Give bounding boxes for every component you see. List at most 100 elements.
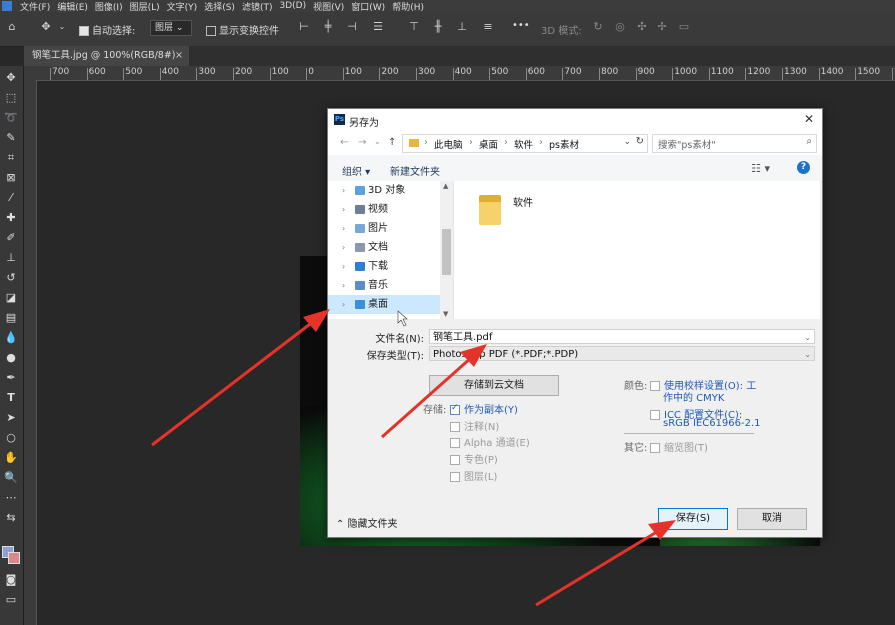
eyedropper-tool-icon[interactable]: ⁄ — [2, 190, 20, 206]
path-select-tool-icon[interactable]: ➤ — [2, 410, 20, 426]
move-tool-icon[interactable]: ✥ — [2, 70, 20, 86]
type-tool-icon[interactable]: T — [2, 390, 20, 406]
zoom-tool-icon[interactable]: 🔍 — [2, 470, 20, 486]
menu-filter[interactable]: 滤镜(T) — [242, 0, 273, 13]
3d-slide-icon[interactable]: ✢ — [656, 21, 668, 33]
breadcrumb-ps-materials[interactable]: ps素材 — [549, 137, 579, 151]
tree-scrollbar[interactable]: ▲ ▼ — [440, 181, 453, 319]
tree-item-documents[interactable]: › 文档 — [328, 238, 440, 257]
close-tab-icon[interactable]: × — [175, 46, 183, 66]
marquee-tool-icon[interactable]: ⬚ — [2, 90, 20, 106]
frame-tool-icon[interactable]: ⊠ — [2, 170, 20, 186]
alpha-channels-checkbox[interactable] — [450, 438, 460, 448]
blur-tool-icon[interactable]: 💧 — [2, 330, 20, 346]
shape-tool-icon[interactable]: ○ — [2, 430, 20, 446]
3d-roll-icon[interactable]: ◎ — [614, 21, 626, 33]
menu-window[interactable]: 窗口(W) — [351, 0, 385, 13]
tree-item-downloads[interactable]: › 下载 — [328, 257, 440, 276]
layers-option[interactable]: 图层(L) — [450, 468, 497, 483]
align-right-icon[interactable]: ⊣ — [346, 21, 358, 33]
menu-edit[interactable]: 编辑(E) — [57, 0, 88, 13]
tree-item-pictures[interactable]: › 图片 — [328, 219, 440, 238]
align-center-icon[interactable]: ╪ — [322, 21, 334, 33]
show-transform-checkbox[interactable] — [206, 26, 216, 36]
save-to-cloud-button[interactable]: 存储到云文档 — [429, 375, 559, 396]
3d-scale-icon[interactable]: ▭ — [678, 21, 690, 33]
tree-item-videos[interactable]: › 视频 — [328, 200, 440, 219]
distribute-icon[interactable]: ☰ — [372, 21, 384, 33]
align-bottom-icon[interactable]: ⊥ — [456, 21, 468, 33]
menu-layer[interactable]: 图层(L) — [130, 0, 160, 13]
stamp-tool-icon[interactable]: ⊥ — [2, 250, 20, 266]
scroll-down-icon[interactable]: ▼ — [443, 310, 448, 318]
menu-3d[interactable]: 3D(D) — [279, 1, 306, 11]
close-icon[interactable]: ✕ — [804, 112, 814, 126]
background-color-swatch[interactable] — [8, 552, 20, 564]
menu-type[interactable]: 文字(Y) — [167, 0, 198, 13]
history-brush-tool-icon[interactable]: ↺ — [2, 270, 20, 286]
quick-select-tool-icon[interactable]: ✎ — [2, 130, 20, 146]
recent-dropdown-icon[interactable]: ⌄ — [374, 137, 381, 146]
chevron-down-icon[interactable]: ⌄ — [804, 347, 811, 362]
layers-checkbox[interactable] — [450, 472, 460, 482]
icc-profile-checkbox[interactable] — [650, 410, 660, 420]
menu-file[interactable]: 文件(F) — [20, 0, 50, 13]
filetype-select[interactable]: Photoshop PDF (*.PDF;*.PDP) ⌄ — [429, 346, 815, 361]
scroll-up-icon[interactable]: ▲ — [443, 182, 448, 190]
alpha-channels-option[interactable]: Alpha 通道(E) — [450, 434, 530, 449]
proof-setup-checkbox[interactable] — [650, 381, 660, 391]
notes-option[interactable]: 注释(N) — [450, 418, 499, 433]
auto-select-dropdown[interactable]: 图层 ⌄ — [150, 20, 192, 36]
more-options-button[interactable]: ••• — [512, 20, 530, 31]
new-folder-button[interactable]: 新建文件夹 — [390, 163, 440, 178]
lasso-tool-icon[interactable]: ➰ — [2, 110, 20, 126]
as-copy-checkbox[interactable] — [450, 403, 460, 415]
hide-folders-toggle[interactable]: ⌃ 隐藏文件夹 — [336, 515, 398, 530]
notes-checkbox[interactable] — [450, 422, 460, 432]
healing-brush-tool-icon[interactable]: ✚ — [2, 210, 20, 226]
document-tab[interactable]: 钢笔工具.jpg @ 100%(RGB/8#) × — [24, 46, 189, 66]
spot-colors-checkbox[interactable] — [450, 455, 460, 465]
breadcrumb-software[interactable]: 软件 — [514, 137, 533, 151]
hand-tool-icon[interactable]: ✋ — [2, 450, 20, 466]
thumbnail-option[interactable]: 缩览图(T) — [650, 439, 708, 454]
home-icon[interactable]: ⌂ — [6, 21, 18, 33]
spot-colors-option[interactable]: 专色(P) — [450, 451, 498, 466]
address-bar[interactable]: › 此电脑 › 桌面 › 软件 › ps素材 ⌄ ↻ — [402, 134, 648, 153]
tree-item-desktop[interactable]: › 桌面 — [328, 295, 440, 314]
auto-select-checkbox[interactable] — [79, 26, 89, 36]
align-top-icon[interactable]: ⊤ — [408, 21, 420, 33]
tree-item-3d-objects[interactable]: › 3D 对象 — [328, 181, 440, 200]
scrollbar-thumb[interactable] — [442, 229, 451, 275]
3d-rotate-icon[interactable]: ↻ — [592, 21, 604, 33]
gradient-tool-icon[interactable]: ▤ — [2, 310, 20, 326]
thumbnail-checkbox[interactable] — [650, 443, 660, 453]
distribute-vertical-icon[interactable]: ≡ — [482, 21, 494, 33]
back-arrow-icon[interactable]: ← — [340, 137, 348, 148]
menu-image[interactable]: 图像(I) — [95, 0, 123, 13]
edit-toolbar-icon[interactable]: ⋯ — [2, 490, 20, 506]
view-options-icon[interactable]: ☷ ▾ — [751, 162, 770, 175]
menu-help[interactable]: 帮助(H) — [392, 0, 424, 13]
3d-pan-icon[interactable]: ✣ — [636, 21, 648, 33]
help-icon[interactable]: ? — [797, 161, 810, 174]
save-button[interactable]: 保存(S) — [658, 508, 728, 530]
up-arrow-icon[interactable]: ↑ — [388, 137, 396, 148]
as-copy-option[interactable]: 作为副本(Y) — [450, 401, 518, 416]
cancel-button[interactable]: 取消 — [737, 508, 807, 530]
search-input[interactable]: 搜索"ps素材" ⌕ — [652, 134, 817, 153]
filename-field[interactable]: 钢笔工具.pdf ⌄ — [429, 329, 815, 344]
breadcrumb-desktop[interactable]: 桌面 — [479, 137, 498, 151]
crop-tool-icon[interactable]: ⌗ — [2, 150, 20, 166]
align-left-icon[interactable]: ⊢ — [298, 21, 310, 33]
folder-icon[interactable] — [479, 193, 501, 225]
breadcrumb-this-pc[interactable]: 此电脑 — [434, 137, 463, 151]
menu-view[interactable]: 视图(V) — [313, 0, 344, 13]
tree-item-music[interactable]: › 音乐 — [328, 276, 440, 295]
screen-mode-icon[interactable]: ▭ — [2, 592, 20, 608]
dodge-tool-icon[interactable]: ● — [2, 350, 20, 366]
align-middle-icon[interactable]: ╫ — [432, 21, 444, 33]
eraser-tool-icon[interactable]: ◪ — [2, 290, 20, 306]
menu-select[interactable]: 选择(S) — [204, 0, 235, 13]
organize-menu[interactable]: 组织 ▾ — [342, 163, 370, 178]
